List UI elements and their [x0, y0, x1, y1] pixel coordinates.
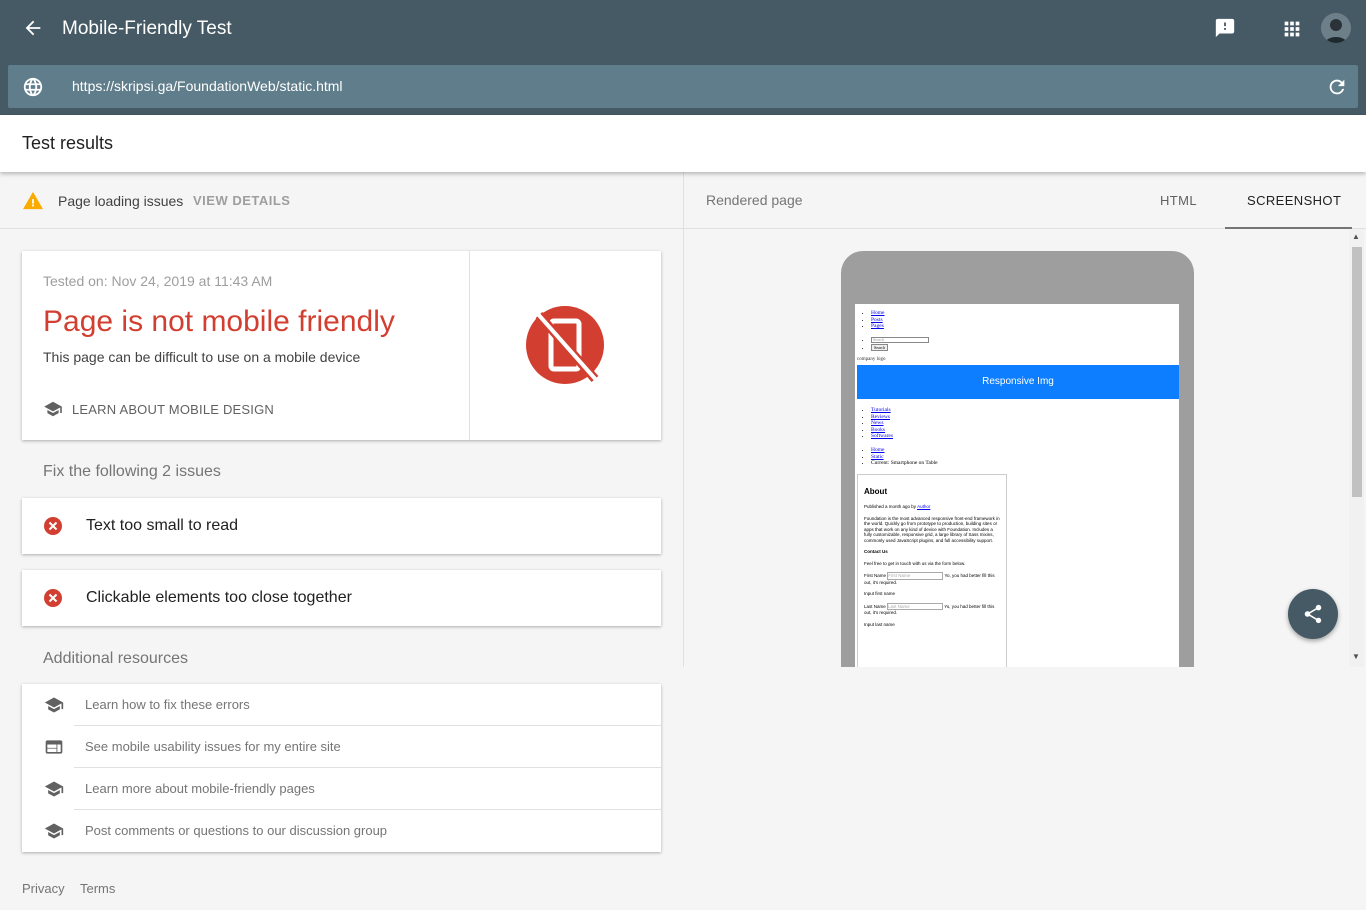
globe-icon [23, 77, 43, 97]
preview-about-text: Foundation is the most advanced responsi… [864, 515, 1000, 543]
preview-published: Published a month ago by [864, 504, 917, 509]
preview-nav-link: Tutorials [871, 407, 891, 413]
preview-last-name-input: Last Name [887, 602, 944, 610]
account-avatar[interactable] [1321, 13, 1351, 43]
issue-label: Clickable elements too close together [86, 589, 352, 606]
preview-search-input: Search [871, 337, 929, 343]
page-loading-issues-bar: Page loading issues VIEW DETAILS [0, 172, 683, 229]
preview-banner: Responsive Img [857, 365, 1179, 399]
resources-card: Learn how to fix these errors See mobile… [22, 684, 661, 852]
preview-about-title: About [864, 487, 888, 496]
preview-nav-link: Posts [871, 316, 883, 323]
share-button[interactable] [1288, 589, 1338, 639]
preview-search: Search Search [863, 337, 929, 351]
preview-search-button: Search [871, 343, 888, 351]
results-pane: Page loading issues VIEW DETAILS Tested … [0, 172, 683, 910]
preview-first-name-note: Input first name [864, 591, 896, 596]
preview-crumb-current: Current: Smartphone on Table [871, 460, 938, 466]
privacy-link[interactable]: Privacy [22, 881, 65, 896]
issue-label: Text too small to read [86, 517, 239, 534]
preview-breadcrumb: Home Static Current: Smartphone on Table [863, 447, 938, 467]
phone-frame: Home Posts Pages Search Search company l… [841, 251, 1194, 667]
resource-link[interactable]: Post comments or questions to our discus… [22, 810, 661, 852]
error-icon [44, 517, 62, 535]
learn-mobile-design-label: LEARN ABOUT MOBILE DESIGN [72, 401, 274, 417]
preview-about-box: About Published a month ago by Author Fo… [857, 474, 1007, 667]
fix-issues-heading: Fix the following 2 issues [43, 463, 221, 480]
preview-first-name-input: First Name [887, 572, 944, 580]
preview-logo-alt: company logo [857, 357, 886, 362]
tab-screenshot[interactable]: SCREENSHOT [1247, 193, 1341, 208]
issue-item[interactable]: Clickable elements too close together [22, 570, 661, 626]
avatar-image [1321, 13, 1351, 43]
preview-last-name-label: Last Name [864, 603, 886, 609]
school-icon [44, 781, 64, 797]
apps-grid-icon[interactable] [1281, 18, 1303, 40]
terms-link[interactable]: Terms [80, 881, 115, 896]
verdict-subtitle: This page can be difficult to use on a m… [43, 349, 361, 365]
url-text[interactable]: https://skripsi.ga/FoundationWeb/static.… [72, 77, 343, 95]
rendered-page-pane: Rendered page HTML SCREENSHOT Home Posts… [683, 172, 1366, 667]
reload-icon[interactable] [1326, 76, 1348, 98]
rendered-page-header: Rendered page HTML SCREENSHOT [684, 172, 1366, 229]
preview-last-name-note: Input last name [864, 621, 895, 627]
preview-nav-link: Reviews [871, 413, 890, 420]
school-icon [44, 401, 62, 417]
url-bar[interactable]: https://skripsi.ga/FoundationWeb/static.… [8, 65, 1358, 108]
app-header: Mobile-Friendly Test https://skripsi.ga/… [0, 0, 1366, 115]
view-details-button[interactable]: VIEW DETAILS [193, 193, 290, 208]
school-icon [44, 697, 64, 713]
verdict-title: Page is not mobile friendly [43, 305, 395, 338]
warning-icon [23, 191, 43, 210]
results-header: Test results [0, 115, 1366, 172]
preview-author-link: Author [917, 504, 931, 509]
tab-html[interactable]: HTML [1160, 193, 1197, 208]
rendered-page-label: Rendered page [706, 192, 803, 208]
web-icon [45, 740, 63, 754]
scrollbar-thumb[interactable] [1352, 247, 1362, 497]
share-icon [1304, 604, 1322, 624]
scroll-down-arrow[interactable]: ▼ [1352, 652, 1360, 661]
preview-nav-link: Home [871, 310, 885, 316]
app-title: Mobile-Friendly Test [62, 18, 232, 39]
preview-crumb-link: Static [871, 453, 884, 460]
resource-label: Learn how to fix these errors [85, 697, 250, 712]
learn-mobile-design-link[interactable]: LEARN ABOUT MOBILE DESIGN [43, 401, 274, 417]
resource-link[interactable]: See mobile usability issues for my entir… [22, 726, 661, 768]
feedback-icon[interactable] [1214, 17, 1236, 39]
verdict-card: Tested on: Nov 24, 2019 at 11:43 AM Page… [22, 251, 661, 440]
vertical-scrollbar[interactable]: ▲ ▼ [1349, 229, 1364, 667]
error-icon [44, 589, 62, 607]
resource-label: See mobile usability issues for my entir… [85, 739, 341, 754]
preview-nav-link: Pages [871, 323, 884, 329]
tested-on-date: Tested on: Nov 24, 2019 at 11:43 AM [43, 273, 273, 289]
page-loading-issues-label: Page loading issues [58, 193, 184, 209]
preview-nav-link: Softwares [871, 433, 893, 439]
page-screenshot: Home Posts Pages Search Search company l… [855, 304, 1179, 667]
scroll-up-arrow[interactable]: ▲ [1352, 232, 1360, 241]
additional-resources-heading: Additional resources [43, 650, 188, 667]
resource-label: Learn more about mobile-friendly pages [85, 781, 315, 796]
preview-contact-text: Feel free to get in touch with us via th… [864, 560, 966, 566]
preview-nav-top: Home Posts Pages [863, 310, 884, 330]
school-icon [44, 823, 64, 839]
preview-first-name-label: First Name [864, 573, 887, 578]
issue-item[interactable]: Text too small to read [22, 498, 661, 554]
results-title: Test results [22, 133, 114, 153]
preview-nav-secondary: Tutorials Reviews News Books Softwares [863, 407, 893, 440]
resource-link[interactable]: Learn more about mobile-friendly pages [22, 768, 661, 810]
card-divider [469, 251, 470, 440]
screenshot-viewport[interactable]: Home Posts Pages Search Search company l… [684, 229, 1366, 667]
preview-nav-link: Books [871, 426, 886, 433]
resource-link[interactable]: Learn how to fix these errors [22, 684, 661, 726]
preview-nav-link: News [871, 420, 884, 426]
resource-label: Post comments or questions to our discus… [85, 823, 388, 838]
preview-contact-title: Contact Us [864, 549, 888, 554]
back-arrow-icon[interactable] [22, 17, 44, 39]
not-mobile-friendly-icon [526, 306, 604, 384]
preview-crumb-link: Home [871, 447, 885, 453]
